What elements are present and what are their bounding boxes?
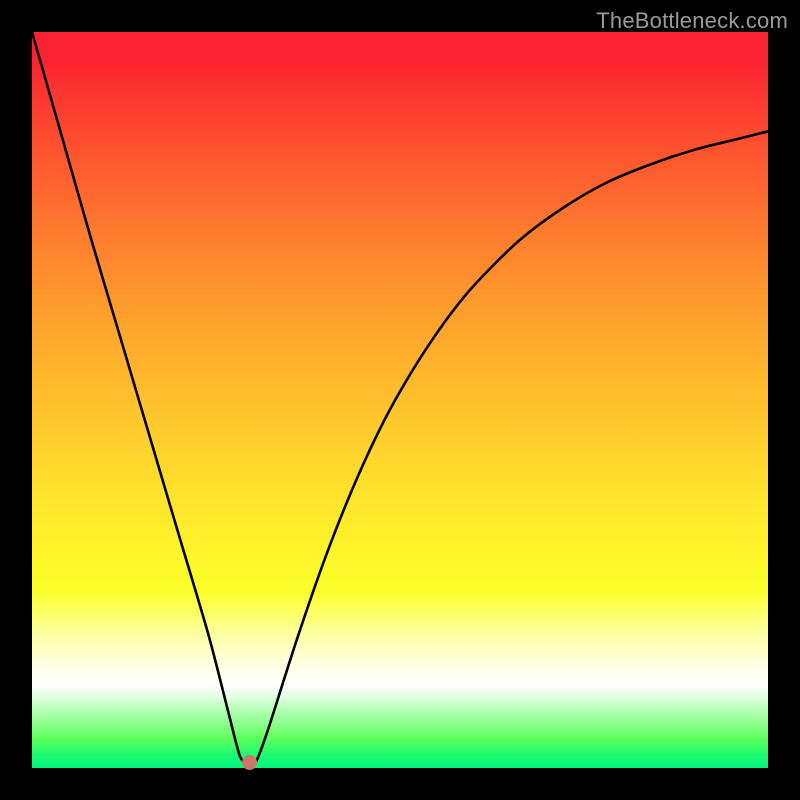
watermark-text: TheBottleneck.com: [596, 8, 788, 34]
plot-area: [32, 32, 768, 768]
minimum-marker: [242, 755, 257, 770]
bottleneck-curve: [32, 32, 768, 768]
chart-frame: TheBottleneck.com: [0, 0, 800, 800]
